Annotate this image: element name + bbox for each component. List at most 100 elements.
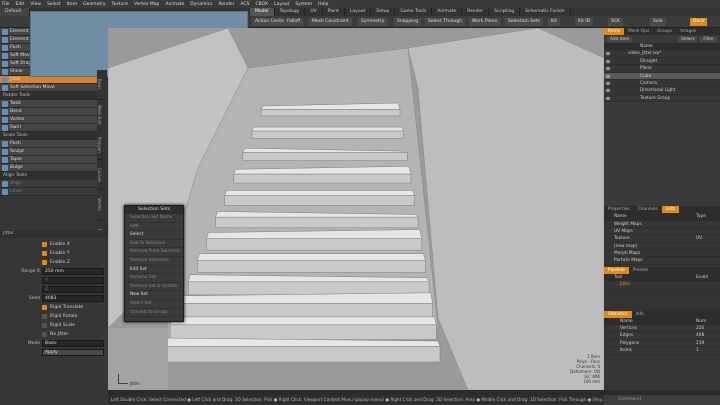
symmetry-button[interactable]: Symmetry <box>358 18 388 26</box>
add-item-button[interactable]: Add Item <box>607 36 633 42</box>
menu-animate[interactable]: Animate <box>165 2 184 7</box>
menu-acs[interactable]: ACS <box>241 2 250 7</box>
rigid-rotate-checkbox[interactable] <box>42 314 47 319</box>
tab-items[interactable]: Items <box>604 28 625 35</box>
selection-sets-button[interactable]: Selection Sets <box>505 18 543 26</box>
item-straight[interactable]: Straight <box>604 58 720 66</box>
tool-twist[interactable]: Twist <box>0 100 100 108</box>
stat-row[interactable]: Vertices 250 <box>604 325 720 333</box>
menu-texture[interactable]: Texture <box>112 2 128 7</box>
select-button[interactable]: Select <box>678 36 698 42</box>
tab-topology[interactable]: Topology <box>275 8 306 16</box>
selset-add-to-selection[interactable]: Add To Selection <box>125 240 183 249</box>
falloff-button[interactable]: Falloff <box>284 18 304 26</box>
list-row[interactable]: Texture UV <box>604 235 720 243</box>
tab-statistics[interactable]: Statistics <box>604 310 632 318</box>
range-y-field[interactable]: Y <box>42 277 104 284</box>
rigid-translate-row[interactable]: Rigid Translate <box>0 303 108 312</box>
tab-groups[interactable]: Groups <box>653 28 676 35</box>
visibility-eye-icon[interactable] <box>606 81 610 85</box>
menu-geometry[interactable]: Geometry <box>83 2 105 7</box>
menu-edit[interactable]: Edit <box>16 2 25 7</box>
selset-select-set[interactable]: Select Set <box>125 300 183 309</box>
selset-edit-set[interactable]: Edit Set <box>125 266 183 275</box>
item-video-jitter-lxo[interactable]: video_jitter.lxo* <box>604 50 720 58</box>
stat-row[interactable]: Items 1 <box>604 347 720 355</box>
selset-remove-set-update[interactable]: Remove Set & Update <box>125 283 183 292</box>
menu-render[interactable]: Render <box>218 2 234 7</box>
tool-taper[interactable]: Taper <box>0 156 100 164</box>
visibility-eye-icon[interactable] <box>606 59 610 63</box>
selset-remove-selection[interactable]: Remove Selection <box>125 257 183 266</box>
enable-z-row[interactable]: Enable Z <box>0 258 108 267</box>
command-field[interactable]: Command <box>604 395 720 405</box>
normal-jitter-checkbox[interactable] <box>42 332 47 337</box>
tool-bend[interactable]: Bend <box>0 108 100 116</box>
tab-lists[interactable]: Lists <box>661 206 680 214</box>
selset-selection-set-name[interactable]: Selection Set Name <box>125 214 183 223</box>
list-row[interactable]: Particle Maps <box>604 257 720 265</box>
align-tools-header[interactable]: Align Tools <box>0 172 100 180</box>
tool-level[interactable]: Level <box>0 188 100 196</box>
kit-button[interactable]: Kit <box>548 18 560 26</box>
selset-remove-from-selection[interactable]: Remove From Selection <box>125 248 183 257</box>
tool-align[interactable]: Align <box>0 180 100 188</box>
apply-button[interactable]: Apply <box>42 349 104 356</box>
scale-tools-header[interactable]: Scale Tools <box>0 132 100 140</box>
side-tab-curves[interactable]: Curves <box>97 160 102 190</box>
tab-mesh-ops[interactable]: Mesh Ops <box>624 28 653 35</box>
tool-soft-selection-move[interactable]: Soft Selection Move <box>0 84 100 92</box>
tab-presets[interactable]: Presets <box>629 267 653 274</box>
rigid-scale-row[interactable]: Rigid Scale <box>0 321 108 330</box>
enable-y-checkbox[interactable] <box>42 251 47 256</box>
menu-view[interactable]: View <box>30 2 41 7</box>
tab-channels[interactable]: Channels <box>634 206 662 213</box>
menu-help[interactable]: Help <box>318 2 328 7</box>
side-tab-mesh-edit[interactable]: Mesh Edit <box>97 100 102 130</box>
selset-add[interactable]: Add <box>125 223 183 232</box>
menu-item[interactable]: Item <box>67 2 77 7</box>
normal-jitter-row[interactable]: Nx Jitter <box>0 330 108 339</box>
tab-layout[interactable]: Layout <box>345 8 372 16</box>
mesh-constraint-button[interactable]: Mesh Constraint <box>309 18 352 26</box>
tool-sculpt[interactable]: Sculpt <box>0 148 100 156</box>
enable-z-checkbox[interactable] <box>42 260 47 265</box>
tool-jitter[interactable]: Jitter <box>0 76 100 84</box>
menu-vertex-map[interactable]: Vertex Map <box>134 2 159 7</box>
rigid-rotate-row[interactable]: Rigid Rotate <box>0 312 108 321</box>
item-camera[interactable]: Camera <box>604 80 720 88</box>
menu-select[interactable]: Select <box>47 2 61 7</box>
item-plane[interactable]: Plane <box>604 65 720 73</box>
tool-bulge[interactable]: Bulge <box>0 164 100 172</box>
visibility-eye-icon[interactable] <box>606 67 610 71</box>
sck-button[interactable]: SCK <box>608 18 623 26</box>
dock-button[interactable]: Dock <box>690 18 708 26</box>
item-directional-light[interactable]: Directional Light <box>604 87 720 95</box>
tool-vortex[interactable]: Vortex <box>0 116 100 124</box>
tab-images[interactable]: Images <box>676 28 700 35</box>
work-plane-button[interactable]: Work Plane <box>469 18 501 26</box>
seed-field[interactable]: 4083 <box>42 295 104 302</box>
item-cube[interactable]: Cube <box>604 72 720 80</box>
item-texture-group[interactable]: Texture Group <box>604 95 720 103</box>
tab-uv[interactable]: UV <box>305 8 323 16</box>
stat-row[interactable]: Polygons 219 <box>604 340 720 348</box>
pipeline-item[interactable]: Jitter <box>604 281 720 289</box>
rotate-tools-header[interactable]: Rotate Tools <box>0 92 100 100</box>
menu-cbox[interactable]: CBOX <box>256 2 269 7</box>
tool-swirl[interactable]: Swirl <box>0 124 100 132</box>
tab-model[interactable]: Model <box>250 8 275 16</box>
tab-schematic-fusion[interactable]: Schematic Fusion <box>520 8 571 16</box>
tab-info[interactable]: Info <box>632 311 648 318</box>
visibility-eye-icon[interactable] <box>606 74 610 78</box>
snapping-button[interactable]: Snapping <box>394 18 422 26</box>
filter-button[interactable]: Filter <box>700 36 717 42</box>
tab-animate[interactable]: Animate <box>432 8 463 16</box>
solo-button[interactable]: Solo <box>650 18 666 26</box>
kit-id-button[interactable]: Kit ID <box>575 18 594 26</box>
menu-dynamics[interactable]: Dynamics <box>190 2 212 7</box>
range-z-field[interactable]: Z <box>42 286 104 293</box>
tab-pipeline[interactable]: Pipeline <box>604 266 629 274</box>
enable-x-checkbox[interactable] <box>42 242 47 247</box>
selset-rename-set[interactable]: Rename Set <box>125 274 183 283</box>
